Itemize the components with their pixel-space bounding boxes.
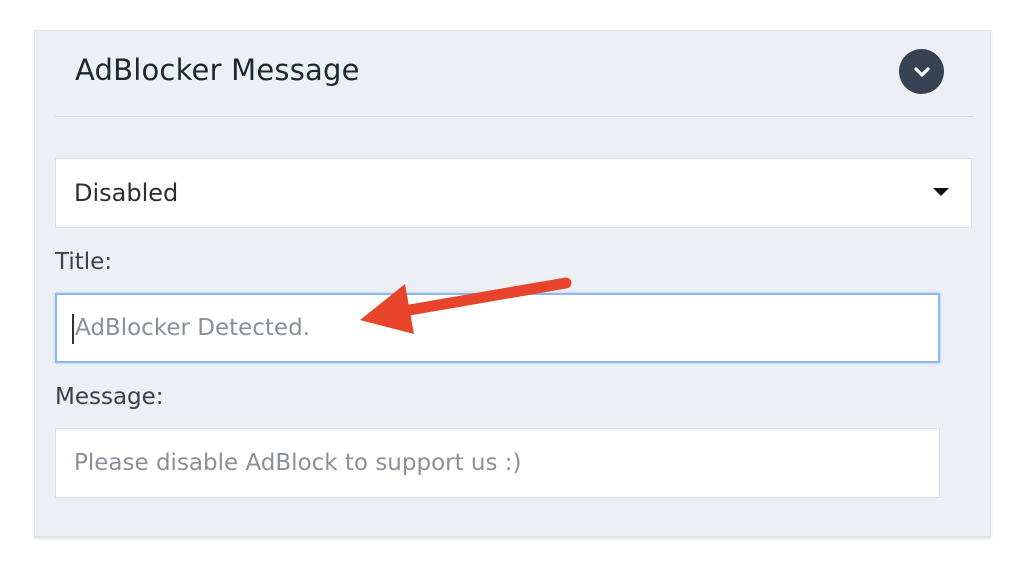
collapse-button[interactable] [899, 49, 944, 94]
text-cursor [72, 314, 74, 344]
chevron-down-icon [913, 66, 930, 77]
caret-down-icon [933, 188, 949, 196]
title-input[interactable] [55, 293, 940, 363]
adblocker-panel: AdBlocker Message Disabled Title: Messag… [34, 30, 991, 537]
message-input[interactable] [55, 428, 940, 498]
title-label: Title: [55, 249, 113, 275]
status-select-value: Disabled [74, 179, 179, 207]
message-label: Message: [55, 384, 164, 410]
panel-title: AdBlocker Message [75, 53, 360, 87]
status-select[interactable]: Disabled [55, 158, 972, 228]
header-divider [55, 116, 973, 117]
